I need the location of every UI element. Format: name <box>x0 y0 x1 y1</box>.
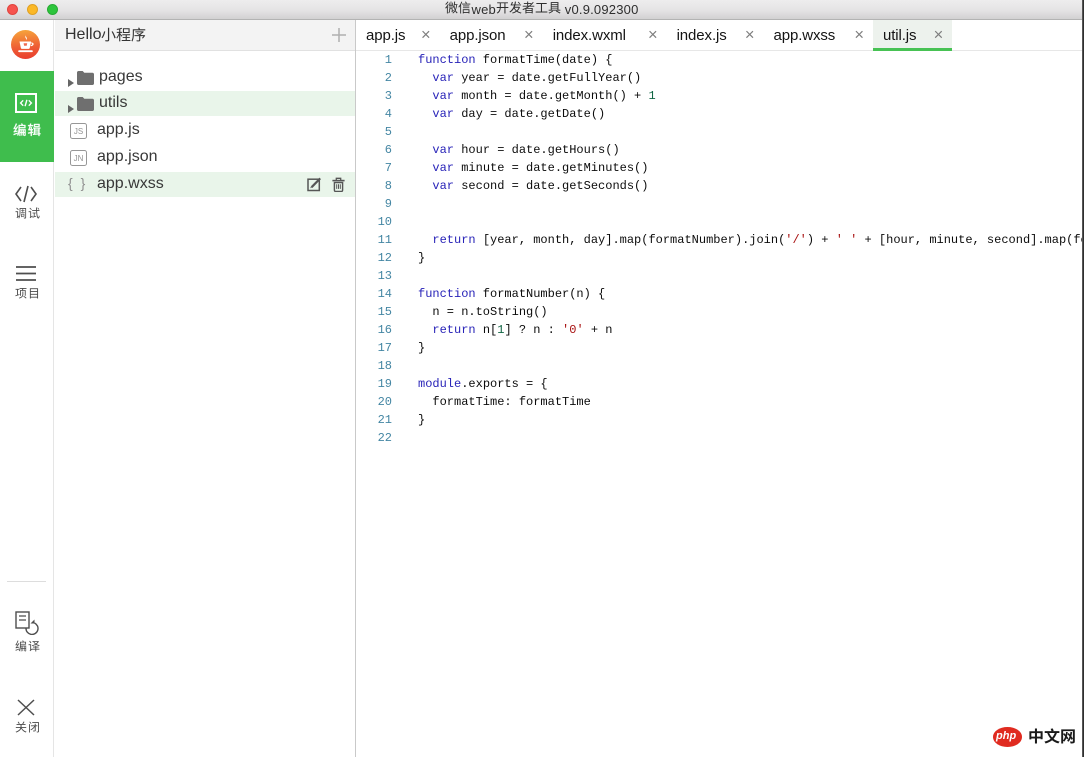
svg-text:JS: JS <box>74 127 83 136</box>
svg-text:JN: JN <box>74 154 84 163</box>
